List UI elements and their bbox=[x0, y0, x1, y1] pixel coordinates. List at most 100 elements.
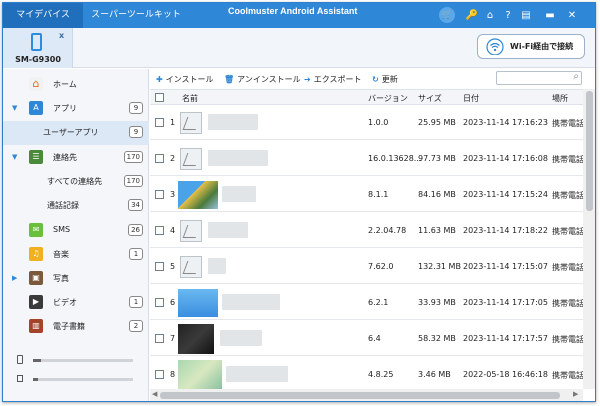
music-icon: ♫ bbox=[29, 247, 43, 261]
row-checkbox[interactable] bbox=[155, 190, 164, 199]
app-location: 携帯電話 bbox=[552, 335, 583, 344]
wifi-icon bbox=[486, 38, 504, 55]
app-location: 携帯電話 bbox=[552, 155, 583, 164]
internal-storage bbox=[15, 355, 137, 365]
row-checkbox[interactable] bbox=[155, 226, 164, 235]
device-name: SM-G9300 bbox=[15, 55, 61, 64]
tab-super-toolkit[interactable]: スーパーツールキット bbox=[85, 3, 187, 28]
uninstall-button[interactable]: 🗑 アンインストール bbox=[224, 74, 301, 85]
scroll-thumb[interactable] bbox=[160, 392, 560, 399]
sidebar-item-label: SMS bbox=[53, 225, 71, 234]
expand-arrow-icon[interactable]: ▶ bbox=[12, 274, 17, 282]
sidebar-item-contacts[interactable]: ▼ ☰ 連絡先 170 bbox=[3, 146, 149, 170]
help-icon[interactable]: ? bbox=[501, 9, 515, 22]
sidebar-item-user-apps[interactable]: ユーザーアプリ 9 bbox=[3, 121, 149, 145]
count-badge: 2 bbox=[129, 320, 143, 332]
col-size[interactable]: サイズ bbox=[418, 93, 442, 104]
wifi-connect-button[interactable]: Wi-Fi経由で接続 bbox=[477, 34, 585, 59]
table-row[interactable]: 5 7.62.0 132.31 MB 2023-11-14 17:15:07 携… bbox=[150, 249, 583, 284]
sidebar-item-label: ホーム bbox=[53, 80, 77, 89]
col-date[interactable]: 日付 bbox=[463, 93, 479, 104]
row-number: 4 bbox=[170, 226, 176, 235]
table-row[interactable]: 3 8.1.1 84.16 MB 2023-11-14 17:15:24 携帯電… bbox=[150, 177, 583, 212]
row-checkbox[interactable] bbox=[155, 334, 164, 343]
scroll-right-icon[interactable]: ▶ bbox=[573, 390, 578, 398]
tab-my-device[interactable]: マイデバイス bbox=[3, 3, 83, 28]
row-checkbox[interactable] bbox=[155, 262, 164, 271]
table-row[interactable]: 8 4.8.25 3.46 MB 2022-05-18 16:46:18 携帯電… bbox=[150, 357, 583, 389]
app-date: 2023-11-14 17:15:24 bbox=[463, 190, 548, 199]
row-checkbox[interactable] bbox=[155, 118, 164, 127]
app-date: 2023-11-14 17:18:22 bbox=[463, 226, 548, 235]
sidebar-item-all-contacts[interactable]: すべての連絡先 170 bbox=[3, 170, 149, 194]
app-icon bbox=[178, 181, 218, 209]
sidebar-item-label: ユーザーアプリ bbox=[43, 128, 99, 137]
sidebar-item-ebooks[interactable]: ▥ 電子書籍 2 bbox=[3, 315, 149, 339]
contacts-icon: ☰ bbox=[29, 150, 43, 164]
search-input[interactable]: ⌕ bbox=[496, 71, 582, 85]
col-location[interactable]: 場所 bbox=[552, 93, 568, 104]
table-row[interactable]: 7 6.4 58.32 MB 2023-11-14 17:17:57 携帯電話 bbox=[150, 321, 583, 356]
row-checkbox[interactable] bbox=[155, 370, 164, 379]
sidebar: ⌂ ホーム ▼ A アプリ 9 ユーザーアプリ 9 ▼ ☰ 連絡先 170 すべ… bbox=[3, 69, 149, 401]
sidebar-item-photos[interactable]: ▶ ▣ 写真 bbox=[3, 267, 149, 291]
app-location: 携帯電話 bbox=[552, 371, 583, 380]
device-bar: x SM-G9300 Wi-Fi経由で接続 bbox=[3, 28, 595, 68]
app-size: 58.32 MB bbox=[418, 334, 456, 343]
table-row[interactable]: 4 2.2.04.78 11.63 MB 2023-11-14 17:18:22… bbox=[150, 213, 583, 248]
app-name-redacted bbox=[208, 258, 226, 274]
sidebar-item-music[interactable]: ♫ 音楽 1 bbox=[3, 243, 149, 267]
app-location: 携帯電話 bbox=[552, 119, 583, 128]
table-row[interactable]: 2 16.0.13628... 97.73 MB 2023-11-14 17:1… bbox=[150, 141, 583, 176]
device-card[interactable]: x SM-G9300 bbox=[3, 28, 73, 68]
export-button[interactable]: ➔ エクスポート bbox=[304, 74, 361, 85]
sidebar-item-label: 写真 bbox=[53, 274, 69, 283]
device-close-icon[interactable]: x bbox=[59, 31, 64, 40]
horizontal-scrollbar[interactable]: ◀ ▶ bbox=[150, 389, 583, 401]
col-name[interactable]: 名前 bbox=[182, 93, 198, 104]
app-placeholder-icon bbox=[180, 112, 202, 134]
search-icon[interactable]: ⌕ bbox=[573, 71, 579, 82]
title-bar: マイデバイス スーパーツールキット Coolmuster Android Ass… bbox=[3, 3, 595, 28]
minimize-icon[interactable]: ▬ bbox=[543, 9, 557, 22]
count-badge: 170 bbox=[123, 175, 143, 187]
app-date: 2023-11-14 17:16:23 bbox=[463, 118, 548, 127]
app-location: 携帯電話 bbox=[552, 299, 583, 308]
sidebar-item-sms[interactable]: ✉ SMS 26 bbox=[3, 219, 149, 243]
col-version[interactable]: バージョン bbox=[368, 93, 408, 104]
app-placeholder-icon bbox=[180, 256, 202, 278]
row-checkbox[interactable] bbox=[155, 154, 164, 163]
vertical-scrollbar[interactable] bbox=[583, 89, 595, 389]
sidebar-item-home[interactable]: ⌂ ホーム bbox=[3, 73, 149, 97]
scroll-left-icon[interactable]: ◀ bbox=[152, 390, 157, 398]
sidebar-item-apps[interactable]: ▼ A アプリ 9 bbox=[3, 97, 149, 121]
install-button[interactable]: ✚ インストール bbox=[156, 74, 214, 85]
install-label: インストール bbox=[165, 75, 214, 84]
app-size: 33.93 MB bbox=[418, 298, 456, 307]
table-header: 名前 バージョン サイズ 日付 場所 bbox=[150, 89, 583, 105]
sidebar-item-label: 連絡先 bbox=[53, 153, 77, 162]
expand-arrow-icon[interactable]: ▼ bbox=[12, 104, 17, 112]
sd-storage bbox=[15, 374, 137, 384]
row-checkbox[interactable] bbox=[155, 298, 164, 307]
table-row[interactable]: 6 6.2.1 33.93 MB 2023-11-14 17:17:05 携帯電… bbox=[150, 285, 583, 320]
sidebar-item-call-log[interactable]: 通話記録 34 bbox=[3, 194, 149, 218]
key-icon[interactable]: 🔑 bbox=[465, 9, 479, 22]
app-placeholder-icon bbox=[180, 220, 202, 242]
scroll-thumb[interactable] bbox=[586, 91, 593, 211]
count-badge: 9 bbox=[129, 102, 143, 114]
row-number: 1 bbox=[170, 118, 176, 127]
table-row[interactable]: 1 1.0.0 25.95 MB 2023-11-14 17:16:23 携帯電… bbox=[150, 105, 583, 140]
cart-icon[interactable]: 🛒 bbox=[439, 7, 455, 23]
uninstall-label: アンインストール bbox=[237, 75, 301, 84]
app-date: 2023-11-14 17:17:05 bbox=[463, 298, 548, 307]
expand-arrow-icon[interactable]: ▼ bbox=[12, 153, 17, 161]
sidebar-item-videos[interactable]: ▶ ビデオ 1 bbox=[3, 291, 149, 315]
refresh-button[interactable]: ↻ 更新 bbox=[372, 74, 398, 85]
select-all-checkbox[interactable] bbox=[155, 93, 164, 102]
home-icon[interactable]: ⌂ bbox=[483, 9, 497, 22]
app-version: 16.0.13628... bbox=[368, 154, 422, 163]
close-icon[interactable]: ✕ bbox=[565, 9, 579, 22]
app-version: 6.2.1 bbox=[368, 298, 389, 307]
feedback-icon[interactable]: ▤ bbox=[519, 9, 533, 22]
